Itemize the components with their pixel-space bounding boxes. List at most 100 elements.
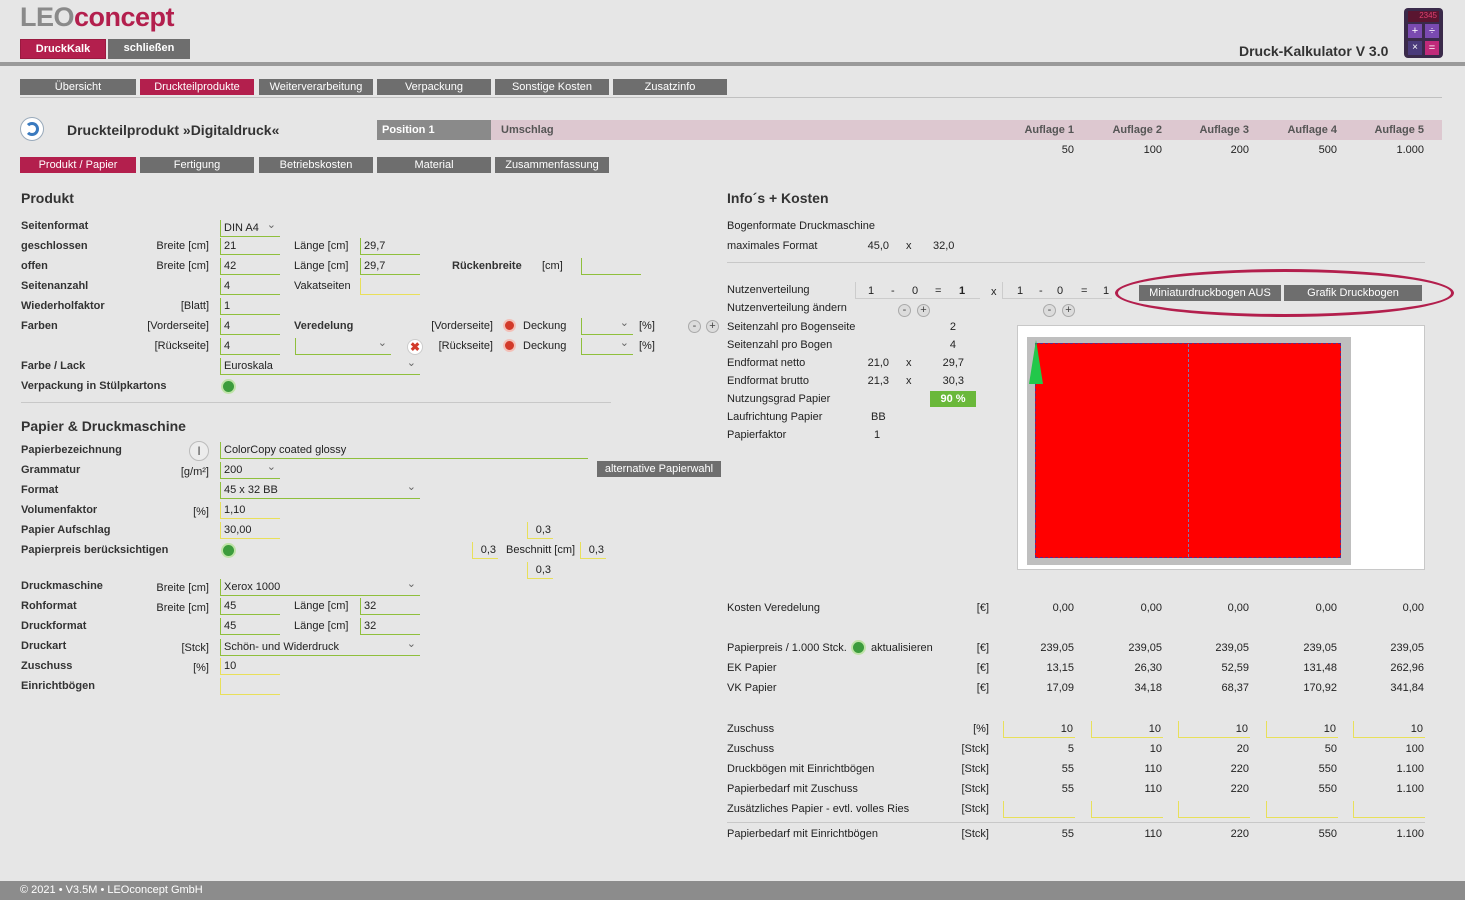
papierpreis-toggle-icon[interactable] (221, 543, 236, 558)
laenge-label: Länge [cm] (294, 260, 349, 272)
blatt-unit: [Blatt] (180, 300, 209, 312)
wiederholfaktor-input[interactable]: 1 (220, 298, 280, 315)
druckkalk-button[interactable]: DruckKalk (20, 39, 106, 59)
beschnitt-left-input[interactable]: 0,3 (472, 542, 498, 559)
auflage-value: 1.000 (1396, 144, 1424, 156)
offen-breite-input[interactable]: 42 (220, 258, 280, 275)
beschnitt-right-input[interactable]: 0,3 (580, 542, 606, 559)
tab-divider (20, 97, 1442, 98)
beschnitt-top-input[interactable]: 0,3 (527, 522, 553, 539)
farbe-lack-select[interactable]: Euroskala (220, 355, 420, 375)
tab-verpackung[interactable]: Verpackung (377, 79, 491, 95)
seitenanzahl-input[interactable]: 4 (220, 278, 280, 295)
close-button[interactable]: schließen (108, 39, 190, 59)
zusaetzlich-input[interactable] (1178, 801, 1250, 818)
offen-laenge-input[interactable]: 29,7 (360, 258, 420, 275)
refresh-icon[interactable] (20, 117, 44, 141)
geschlossen-laenge-input[interactable]: 29,7 (360, 238, 420, 255)
farben-label: Farben (21, 320, 58, 332)
tab-umschlag[interactable]: Umschlag (501, 124, 554, 136)
tab-position-1[interactable]: Position 1 (377, 120, 491, 140)
cost-cell: 100 (1405, 743, 1424, 755)
subtab-fertigung[interactable]: Fertigung (140, 157, 254, 173)
cost-cell: 239,05 (1040, 642, 1074, 654)
breite-label: Breite [cm] (156, 602, 209, 614)
tab-weiterverarbeitung[interactable]: Weiterverarbeitung (259, 79, 373, 95)
vakatseiten-input[interactable] (360, 278, 420, 295)
papier-aufschlag-input[interactable]: 30,00 (220, 522, 280, 539)
nutzen-group-2[interactable]: 1 - 0 = 1 (1002, 282, 1112, 299)
papierbezeichnung-input[interactable]: ColorCopy coated glossy (220, 442, 588, 459)
plus-icon[interactable]: + (1062, 304, 1075, 317)
deckung-rs-icon[interactable] (503, 339, 516, 352)
deckung-vs-select[interactable] (581, 315, 633, 335)
zuschuss-pct-input[interactable]: 10 (1178, 721, 1250, 738)
zuschuss-pct-input[interactable]: 10 (1091, 721, 1163, 738)
seitenformat-label: Seitenformat (21, 220, 89, 232)
laenge-label: Länge [cm] (294, 240, 349, 252)
cost-cell: 50 (1324, 743, 1337, 755)
rueckenbreite-input[interactable] (581, 258, 641, 275)
seitenformat-select[interactable]: DIN A4 (220, 217, 280, 237)
nutzen-group-1[interactable]: 1 - 0 = 1 (855, 282, 980, 299)
aktualisieren-icon[interactable] (851, 640, 866, 655)
druckformat-breite-input[interactable]: 45 (220, 618, 280, 635)
zusaetzlich-input[interactable] (1353, 801, 1425, 818)
druckmaschine-select[interactable]: Xerox 1000 (220, 576, 420, 596)
total-divider (727, 822, 1425, 823)
cost-cell: 10 (1149, 743, 1162, 755)
druckformat-label: Druckformat (21, 620, 87, 632)
deckung-rs-select[interactable] (581, 335, 633, 355)
zuschuss-pct-input[interactable]: 10 (1003, 721, 1075, 738)
einrichtboegen-input[interactable] (220, 678, 280, 695)
zuschuss-pct-input[interactable]: 10 (1353, 721, 1425, 738)
format-select[interactable]: 45 x 32 BB (220, 479, 420, 499)
euro-unit: [€] (976, 602, 989, 614)
rohformat-breite-input[interactable]: 45 (220, 598, 280, 615)
alternative-papierwahl-button[interactable]: alternative Papierwahl (597, 461, 721, 477)
tab-druckteilprodukte[interactable]: Druckteilprodukte (140, 79, 254, 95)
subtab-zusammenfassung[interactable]: Zusammenfassung (495, 157, 609, 173)
subtab-material[interactable]: Material (377, 157, 491, 173)
rohformat-label: Rohformat (21, 600, 77, 612)
druckformat-laenge-input[interactable]: 32 (360, 618, 420, 635)
calculator-icon[interactable]: 2345 + ÷ × = (1404, 8, 1443, 58)
plus-icon[interactable]: + (917, 304, 930, 317)
farben-rueckseite-input[interactable]: 4 (220, 338, 280, 355)
verpackung-toggle-icon[interactable] (221, 379, 236, 394)
text-cursor-icon[interactable]: I (189, 441, 209, 461)
veredelung-select[interactable] (295, 335, 391, 355)
minus-icon[interactable]: - (1043, 304, 1056, 317)
cost-cell: 52,59 (1221, 662, 1249, 674)
stck-unit: [Stck] (961, 743, 989, 755)
auflage-header: Auflage 3 (1199, 124, 1249, 136)
grammatur-select[interactable]: 200 (220, 459, 280, 479)
beschnitt-bottom-input[interactable]: 0,3 (527, 562, 553, 579)
plus-icon[interactable]: + (706, 320, 719, 333)
cost-cell: 0,00 (1402, 602, 1424, 614)
tab-uebersicht[interactable]: Übersicht (20, 79, 136, 95)
farben-vorderseite-input[interactable]: 4 (220, 318, 280, 335)
zusaetzlich-input[interactable] (1266, 801, 1338, 818)
zuschuss-pct-input[interactable]: 10 (1266, 721, 1338, 738)
papierpreis-1000-label: Papierpreis / 1.000 Stck. (727, 642, 847, 654)
zuschuss-input[interactable]: 10 (220, 658, 280, 675)
druckart-label: Druckart (21, 640, 67, 652)
header-divider (0, 62, 1465, 66)
minus-icon[interactable]: - (688, 320, 701, 333)
volumenfaktor-input[interactable]: 1,10 (220, 502, 280, 519)
aktualisieren-label[interactable]: aktualisieren (871, 642, 933, 654)
deckung-vs-icon[interactable] (503, 319, 516, 332)
geschlossen-breite-input[interactable]: 21 (220, 238, 280, 255)
tab-sonstige-kosten[interactable]: Sonstige Kosten (495, 79, 609, 95)
druckart-select[interactable]: Schön- und Widerdruck (220, 636, 420, 656)
laenge-label: Länge [cm] (294, 600, 349, 612)
minus-icon[interactable]: - (898, 304, 911, 317)
subtab-betriebskosten[interactable]: Betriebskosten (259, 157, 373, 173)
cost-cell: 239,05 (1303, 642, 1337, 654)
tab-zusatzinfo[interactable]: Zusatzinfo (613, 79, 727, 95)
subtab-produkt-papier[interactable]: Produkt / Papier (20, 157, 136, 173)
zusaetzlich-input[interactable] (1003, 801, 1075, 818)
zusaetzlich-input[interactable] (1091, 801, 1163, 818)
rohformat-laenge-input[interactable]: 32 (360, 598, 420, 615)
